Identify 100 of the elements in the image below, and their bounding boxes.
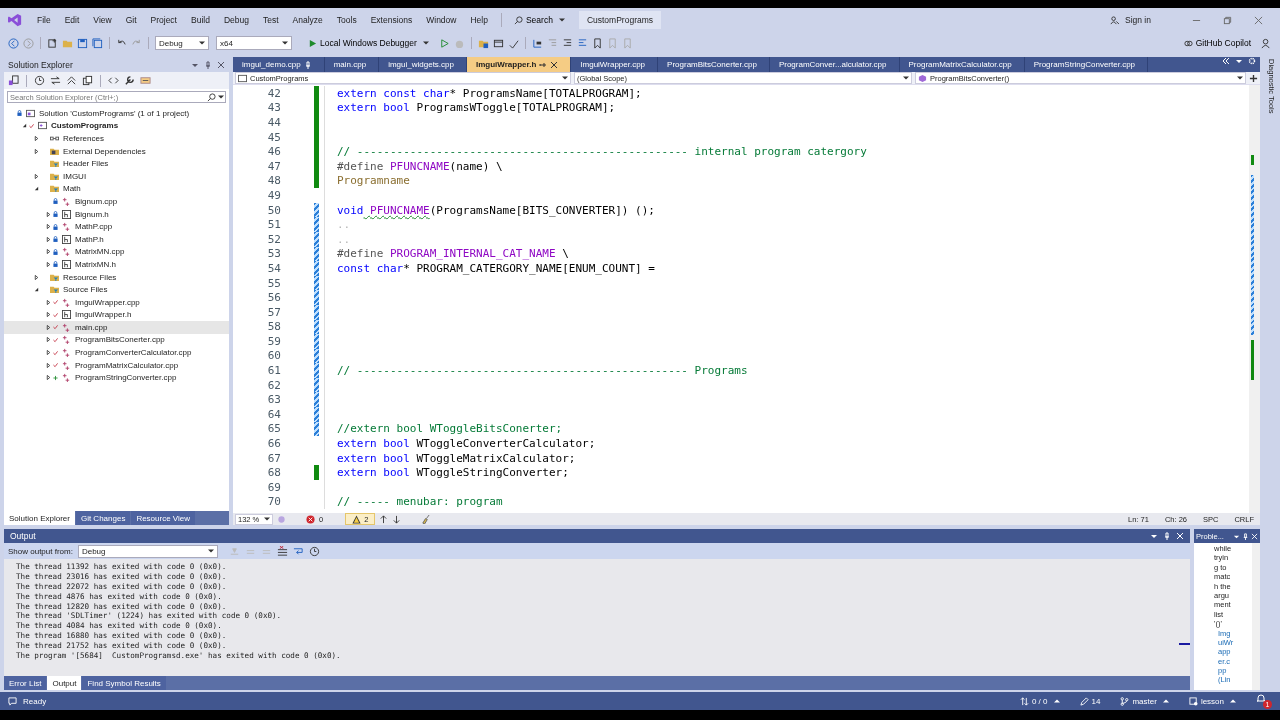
menu-item[interactable]: View xyxy=(86,15,119,25)
spellcheck-icon[interactable] xyxy=(507,37,519,49)
file-tab[interactable]: ImguiWrapper.h xyxy=(467,57,572,72)
collapsed-icon[interactable] xyxy=(45,375,51,381)
preview-icon[interactable] xyxy=(140,75,151,86)
run-button[interactable]: Local Windows Debugger xyxy=(302,37,435,49)
code-icon[interactable] xyxy=(108,75,119,86)
collapsed-icon[interactable] xyxy=(45,249,51,255)
branch-selector[interactable]: master xyxy=(1120,696,1169,706)
caret-icon[interactable] xyxy=(218,94,224,100)
save-all-icon[interactable] xyxy=(92,37,103,49)
panel-tab[interactable]: Error List xyxy=(4,676,47,690)
sign-in-link[interactable]: Sign in xyxy=(1125,15,1151,25)
pin-icon[interactable] xyxy=(204,60,212,69)
expanded-icon[interactable] xyxy=(33,287,39,293)
tree-item[interactable]: ImguiWrapper.cpp xyxy=(4,295,229,309)
tree-item[interactable]: External Dependencies xyxy=(4,144,229,158)
panel-tab[interactable]: Output xyxy=(47,676,82,690)
window-icon[interactable] xyxy=(492,37,504,49)
collapsed-icon[interactable] xyxy=(45,261,51,267)
tree-item[interactable]: ProgramStringConverter.cpp xyxy=(4,371,229,385)
menu-item[interactable]: Project xyxy=(143,15,184,25)
up-arrow-icon[interactable] xyxy=(379,514,389,524)
add-icon[interactable] xyxy=(1249,73,1258,83)
output-source-dropdown[interactable]: Debug xyxy=(77,544,218,558)
save-icon[interactable] xyxy=(77,37,88,49)
scrollbar[interactable] xyxy=(1252,543,1260,690)
collapsed-icon[interactable] xyxy=(45,350,51,356)
menu-item[interactable]: Edit xyxy=(57,15,87,25)
down-arrow-icon[interactable] xyxy=(392,514,402,524)
close-icon[interactable] xyxy=(550,60,559,69)
tree-item[interactable]: CustomPrograms xyxy=(4,119,229,133)
tree-item[interactable]: Solution 'CustomPrograms' (1 of 1 project) xyxy=(4,107,229,120)
panel-tab[interactable]: Resource View xyxy=(131,511,196,525)
configuration-dropdown[interactable]: Debug xyxy=(155,36,209,50)
search-button[interactable]: Search xyxy=(507,15,571,25)
tree-item[interactable]: ProgramConverterCalculator.cpp xyxy=(4,346,229,359)
collapsed-icon[interactable] xyxy=(33,173,39,179)
scroll-tabs-icon[interactable] xyxy=(1222,57,1230,65)
collapsed-icon[interactable] xyxy=(33,274,39,280)
menu-item[interactable]: Tools xyxy=(329,15,364,25)
wrench-icon[interactable] xyxy=(124,75,135,86)
collapsed-icon[interactable] xyxy=(45,236,51,242)
uncomment-icon[interactable] xyxy=(576,37,588,49)
menu-item[interactable]: Window xyxy=(419,15,464,25)
feedback-icon[interactable] xyxy=(1261,37,1272,49)
tree-item[interactable]: Math xyxy=(4,182,229,196)
bookmark-icon[interactable] xyxy=(591,37,603,49)
tree-item[interactable]: ProgramMatrixCalculator.cpp xyxy=(4,358,229,372)
new-item-icon[interactable] xyxy=(47,37,58,49)
dropdown-icon[interactable] xyxy=(1235,57,1243,65)
pin-icon[interactable] xyxy=(539,60,548,69)
tree-item[interactable]: References xyxy=(4,132,229,145)
menu-item[interactable]: Analyze xyxy=(285,15,330,25)
tree-item[interactable]: MatrixMN.h xyxy=(4,258,229,271)
tree-item[interactable]: MatrixMN.cpp xyxy=(4,245,229,259)
collapsed-icon[interactable] xyxy=(45,211,51,217)
tree-item[interactable]: ImguiWrapper.h xyxy=(4,308,229,322)
menu-item[interactable]: Help xyxy=(463,15,495,25)
history-icon[interactable] xyxy=(34,75,45,86)
expanded-icon[interactable] xyxy=(21,123,27,129)
clear-all-icon[interactable] xyxy=(276,545,288,557)
brush-icon[interactable] xyxy=(421,514,431,524)
close-icon[interactable] xyxy=(217,60,225,69)
pin-icon[interactable] xyxy=(303,60,312,69)
settings-icon[interactable] xyxy=(1248,57,1256,65)
collapsed-icon[interactable] xyxy=(33,136,39,141)
sync-icon[interactable] xyxy=(50,75,61,86)
menu-item[interactable]: Build xyxy=(184,15,217,25)
menu-item[interactable]: Debug xyxy=(216,15,256,25)
tree-item[interactable]: Resource Files xyxy=(4,270,229,284)
tree-item[interactable]: Bignum.h xyxy=(4,207,229,221)
collapsed-icon[interactable] xyxy=(45,299,51,305)
menu-item[interactable]: File xyxy=(30,15,58,25)
back-icon[interactable] xyxy=(8,37,19,49)
collapsed-icon[interactable] xyxy=(45,312,51,318)
tree-item[interactable]: Source Files xyxy=(4,283,229,296)
panel-tab[interactable]: Find Symbol Results xyxy=(82,676,166,690)
collapse-all-icon[interactable] xyxy=(66,75,77,86)
collapsed-icon[interactable] xyxy=(33,148,39,154)
collapsed-icon[interactable] xyxy=(45,362,51,368)
collapsed-icon[interactable] xyxy=(45,224,51,230)
menu-item[interactable]: Test xyxy=(255,15,286,25)
panel-tab[interactable]: Solution Explorer xyxy=(4,511,75,525)
dropdown-icon[interactable] xyxy=(1150,532,1158,540)
repository-selector[interactable]: lesson xyxy=(1188,696,1236,706)
tree-item[interactable]: IMGUI xyxy=(4,169,229,183)
restore-icon[interactable] xyxy=(1223,15,1232,25)
tree-item[interactable]: Header Files xyxy=(4,157,229,170)
copilot-button[interactable]: GitHub Copilot xyxy=(1177,37,1257,49)
tree-item[interactable]: ProgramBitsConerter.cpp xyxy=(4,333,229,347)
scrollbar[interactable] xyxy=(1249,85,1260,513)
expanded-icon[interactable] xyxy=(33,186,39,192)
breakpoint-icon[interactable] xyxy=(531,37,543,49)
panel-tab[interactable]: Git Changes xyxy=(75,511,131,525)
menu-item[interactable]: Extensions xyxy=(363,15,420,25)
collapsed-icon[interactable] xyxy=(45,337,51,343)
tree-item[interactable]: MathP.cpp xyxy=(4,220,229,233)
sync-status[interactable]: 0 / 0 xyxy=(1019,696,1060,706)
comment-icon[interactable] xyxy=(561,37,573,49)
